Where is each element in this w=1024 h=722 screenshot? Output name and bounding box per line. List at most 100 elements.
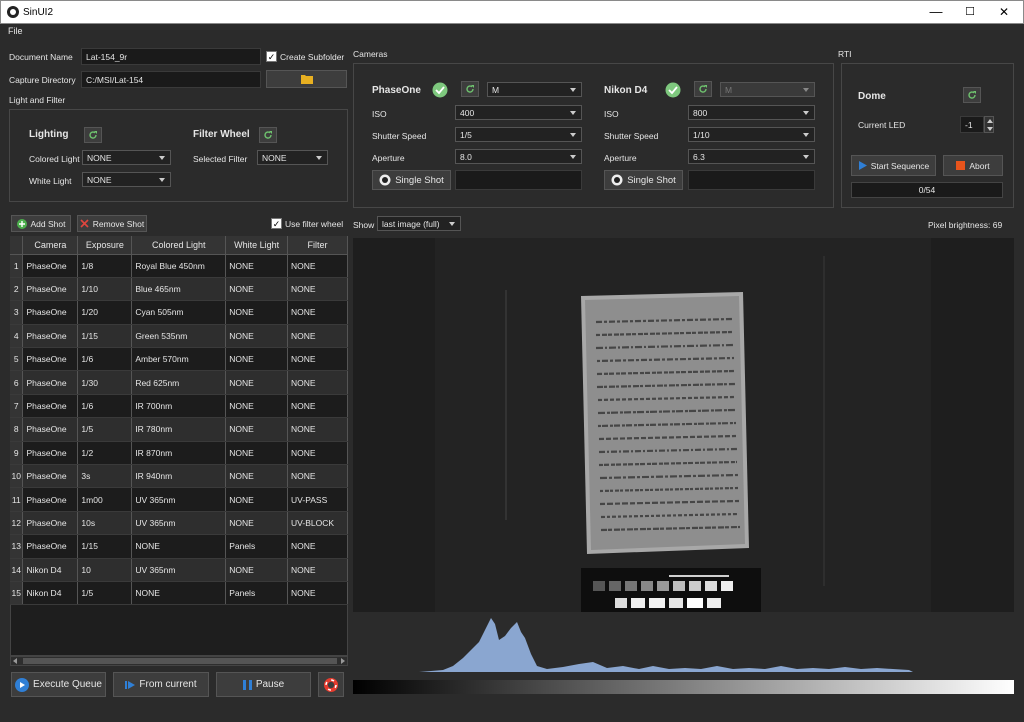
table-row[interactable]: 13 PhaseOne 1/15 NONE Panels NONE	[10, 534, 348, 559]
table-row[interactable]: 1 PhaseOne 1/8 Royal Blue 450nm NONE NONE	[10, 254, 348, 278]
cell-camera[interactable]: PhaseOne	[22, 487, 79, 512]
cell-white-light[interactable]: NONE	[225, 277, 289, 302]
browse-folder-button[interactable]	[266, 70, 347, 88]
column-header-white-light[interactable]: White Light	[225, 236, 289, 255]
table-row[interactable]: 14 Nikon D4 10 UV 365nm NONE NONE	[10, 558, 348, 582]
cell-white-light[interactable]: NONE	[225, 487, 289, 512]
cell-filter[interactable]: NONE	[287, 300, 348, 325]
column-header-camera[interactable]: Camera	[22, 236, 79, 255]
cell-white-light[interactable]: NONE	[225, 254, 289, 278]
cell-exposure[interactable]: 1/15	[77, 534, 133, 559]
cell-exposure[interactable]: 1/5	[77, 417, 133, 442]
scroll-left-icon[interactable]	[13, 658, 17, 664]
cell-white-light[interactable]: NONE	[225, 324, 289, 349]
chevron-up-icon[interactable]	[987, 119, 993, 123]
maximize-button[interactable]: ☐	[953, 1, 987, 23]
camera1-single-shot-button[interactable]: Single Shot	[372, 170, 451, 190]
capture-directory-input[interactable]: C:/MSI/Lat-154	[81, 71, 261, 88]
cell-colored-light[interactable]: Cyan 505nm	[131, 300, 227, 325]
table-row[interactable]: 9 PhaseOne 1/2 IR 870nm NONE NONE	[10, 441, 348, 466]
cell-filter[interactable]: NONE	[287, 254, 348, 278]
cell-camera[interactable]: PhaseOne	[22, 254, 79, 278]
cell-camera[interactable]: PhaseOne	[22, 511, 79, 536]
table-row[interactable]: 10 PhaseOne 3s IR 940nm NONE NONE	[10, 464, 348, 489]
cell-exposure[interactable]: 1/30	[77, 370, 133, 395]
camera1-aperture-select[interactable]: 8.0	[455, 149, 582, 164]
table-horizontal-scrollbar[interactable]	[10, 656, 348, 666]
row-index[interactable]: 13	[10, 534, 24, 559]
table-row[interactable]: 8 PhaseOne 1/5 IR 780nm NONE NONE	[10, 417, 348, 442]
cell-white-light[interactable]: NONE	[225, 370, 289, 395]
cell-camera[interactable]: PhaseOne	[22, 300, 79, 325]
cell-camera[interactable]: PhaseOne	[22, 394, 79, 419]
row-index[interactable]: 15	[10, 581, 24, 606]
cell-white-light[interactable]: NONE	[225, 464, 289, 489]
column-header-exposure[interactable]: Exposure	[77, 236, 133, 255]
cell-camera[interactable]: PhaseOne	[22, 417, 79, 442]
column-header-filter[interactable]: Filter	[287, 236, 348, 255]
scrollbar-thumb[interactable]	[23, 658, 337, 664]
camera2-iso-select[interactable]: 800	[688, 105, 815, 120]
cell-exposure[interactable]: 1/15	[77, 324, 133, 349]
from-current-button[interactable]: From current	[113, 672, 209, 697]
close-button[interactable]: ✕	[987, 1, 1021, 23]
cell-exposure[interactable]: 1/2	[77, 441, 133, 466]
cell-colored-light[interactable]: Red 625nm	[131, 370, 227, 395]
cell-white-light[interactable]: NONE	[225, 300, 289, 325]
row-index[interactable]: 3	[10, 300, 24, 325]
row-index[interactable]: 7	[10, 394, 24, 419]
camera2-aperture-select[interactable]: 6.3	[688, 149, 815, 164]
cell-colored-light[interactable]: IR 780nm	[131, 417, 227, 442]
cell-colored-light[interactable]: UV 365nm	[131, 487, 227, 512]
cell-filter[interactable]: NONE	[287, 441, 348, 466]
cell-exposure[interactable]: 1m00	[77, 487, 133, 512]
cell-white-light[interactable]: NONE	[225, 558, 289, 582]
cell-filter[interactable]: UV-BLOCK	[287, 511, 348, 536]
menu-file[interactable]: File	[8, 26, 23, 36]
table-row[interactable]: 11 PhaseOne 1m00 UV 365nm NONE UV-PASS	[10, 487, 348, 512]
camera2-shutter-select[interactable]: 1/10	[688, 127, 815, 142]
cell-exposure[interactable]: 1/20	[77, 300, 133, 325]
execute-queue-button[interactable]: Execute Queue	[11, 672, 106, 697]
row-index[interactable]: 12	[10, 511, 24, 536]
table-row[interactable]: 6 PhaseOne 1/30 Red 625nm NONE NONE	[10, 370, 348, 395]
cell-colored-light[interactable]: IR 700nm	[131, 394, 227, 419]
cell-colored-light[interactable]: IR 870nm	[131, 441, 227, 466]
scroll-right-icon[interactable]	[341, 658, 345, 664]
show-select[interactable]: last image (full)	[377, 216, 461, 231]
minimize-button[interactable]: —	[919, 1, 953, 23]
column-header-colored-light[interactable]: Colored Light	[131, 236, 227, 255]
cell-colored-light[interactable]: UV 365nm	[131, 511, 227, 536]
selected-filter-select[interactable]: NONE	[257, 150, 328, 165]
cell-filter[interactable]: NONE	[287, 558, 348, 582]
cell-camera[interactable]: Nikon D4	[22, 558, 79, 582]
cell-white-light[interactable]: NONE	[225, 394, 289, 419]
lighting-refresh-button[interactable]	[84, 127, 102, 143]
cell-colored-light[interactable]: Royal Blue 450nm	[131, 254, 227, 278]
cell-camera[interactable]: PhaseOne	[22, 464, 79, 489]
row-index[interactable]: 11	[10, 487, 24, 512]
row-index[interactable]: 9	[10, 441, 24, 466]
white-light-select[interactable]: NONE	[82, 172, 171, 187]
table-row[interactable]: 7 PhaseOne 1/6 IR 700nm NONE NONE	[10, 394, 348, 419]
cell-exposure[interactable]: 3s	[77, 464, 133, 489]
cell-exposure[interactable]: 1/5	[77, 581, 133, 606]
led-stepper[interactable]	[984, 116, 994, 133]
cell-exposure[interactable]: 1/6	[77, 347, 133, 372]
document-name-input[interactable]: Lat-154_9r	[81, 48, 261, 65]
pause-button[interactable]: Pause	[216, 672, 311, 697]
cell-filter[interactable]: UV-PASS	[287, 487, 348, 512]
filter-wheel-refresh-button[interactable]	[259, 127, 277, 143]
row-index[interactable]: 1	[10, 254, 24, 278]
cell-colored-light[interactable]: Green 535nm	[131, 324, 227, 349]
cell-exposure[interactable]: 10s	[77, 511, 133, 536]
row-index[interactable]: 5	[10, 347, 24, 372]
cell-exposure[interactable]: 1/10	[77, 277, 133, 302]
cell-colored-light[interactable]: Amber 570nm	[131, 347, 227, 372]
camera2-refresh-button[interactable]	[694, 81, 712, 97]
start-sequence-button[interactable]: Start Sequence	[851, 155, 936, 176]
cell-white-light[interactable]: NONE	[225, 347, 289, 372]
cell-filter[interactable]: NONE	[287, 370, 348, 395]
row-index[interactable]: 10	[10, 464, 24, 489]
current-led-spinbox[interactable]: -1	[960, 116, 984, 133]
